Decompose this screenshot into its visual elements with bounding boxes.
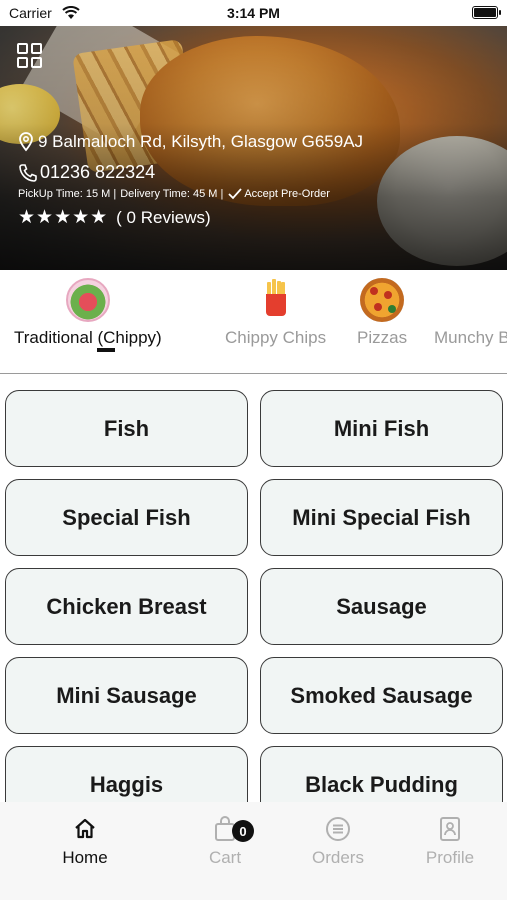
traditional-icon: [65, 278, 110, 322]
category-label: Munchy B: [434, 328, 507, 347]
menu-item-button[interactable]: Mini Fish: [260, 390, 503, 467]
battery-icon: [472, 6, 501, 19]
menu-item-button[interactable]: Mini Sausage: [5, 657, 248, 734]
orders-icon: [326, 817, 350, 841]
check-icon: [228, 188, 243, 200]
menu-item-button[interactable]: Special Fish: [5, 479, 248, 556]
reviews-count: ( 0 Reviews): [116, 207, 211, 227]
home-icon: [75, 818, 95, 839]
menu-items-grid: Fish Mini Fish Special Fish Mini Special…: [0, 374, 507, 802]
category-label: Pizzas: [357, 328, 408, 347]
active-category-indicator: [97, 348, 115, 352]
tab-orders[interactable]: Orders: [288, 814, 388, 868]
store-rating[interactable]: ★★★★★ ( 0 Reviews): [18, 206, 211, 229]
menu-item-button[interactable]: Sausage: [260, 568, 503, 645]
category-tab-chippy-chips[interactable]: Chippy Chips: [225, 278, 326, 348]
cart-count-badge: 0: [232, 820, 254, 842]
delivery-time: Delivery Time: 45 M |: [120, 188, 224, 200]
fries-icon: [254, 278, 298, 322]
store-times: PickUp Time: 15 M | Delivery Time: 45 M …: [18, 188, 330, 200]
tab-cart[interactable]: 0 Cart: [175, 814, 275, 868]
tab-label: Home: [62, 848, 108, 867]
menu-item-button[interactable]: Mini Special Fish: [260, 479, 503, 556]
menu-item-button[interactable]: Fish: [5, 390, 248, 467]
status-bar: Carrier 3:14 PM: [0, 0, 507, 26]
menu-item-button[interactable]: Chicken Breast: [5, 568, 248, 645]
menu-item-button[interactable]: Smoked Sausage: [260, 657, 503, 734]
category-label: Traditional (Chippy): [14, 328, 162, 347]
category-label: Chippy Chips: [225, 328, 327, 347]
phone-icon: [19, 163, 37, 182]
profile-icon: [440, 817, 460, 841]
menu-grid-icon[interactable]: [17, 43, 43, 69]
phone-text: 01236 822324: [40, 162, 156, 182]
tab-profile[interactable]: Profile: [400, 814, 500, 868]
tab-home[interactable]: Home: [35, 814, 135, 868]
bottom-tab-bar: Home 0 Cart Orders Profile: [0, 802, 507, 900]
address-text: 9 Balmalloch Rd, Kilsyth, Glasgow G659AJ: [38, 132, 364, 151]
pickup-time: PickUp Time: 15 M |: [18, 188, 117, 200]
category-tab-munchy[interactable]: Munchy B: [434, 278, 507, 348]
category-tabs: Traditional (Chippy) Chippy Chips Pizzas…: [0, 270, 507, 374]
menu-item-button[interactable]: Haggis: [5, 746, 248, 802]
star-rating-icons: ★★★★★: [18, 207, 109, 228]
pre-order-label: Accept Pre-Order: [244, 188, 330, 200]
tab-label: Orders: [312, 848, 364, 867]
tab-label: Cart: [208, 848, 242, 867]
menu-item-button[interactable]: Black Pudding: [260, 746, 503, 802]
category-tab-traditional[interactable]: Traditional (Chippy): [14, 278, 162, 348]
store-hero: 9 Balmalloch Rd, Kilsyth, Glasgow G659AJ…: [0, 26, 507, 270]
status-time: 3:14 PM: [227, 5, 280, 21]
pizza-icon: [360, 278, 405, 322]
tab-label: Profile: [425, 848, 475, 867]
store-address[interactable]: 9 Balmalloch Rd, Kilsyth, Glasgow G659AJ: [18, 132, 363, 152]
category-tab-pizzas[interactable]: Pizzas: [357, 278, 407, 348]
store-phone[interactable]: 01236 822324: [18, 162, 155, 183]
location-pin-icon: [19, 132, 33, 152]
